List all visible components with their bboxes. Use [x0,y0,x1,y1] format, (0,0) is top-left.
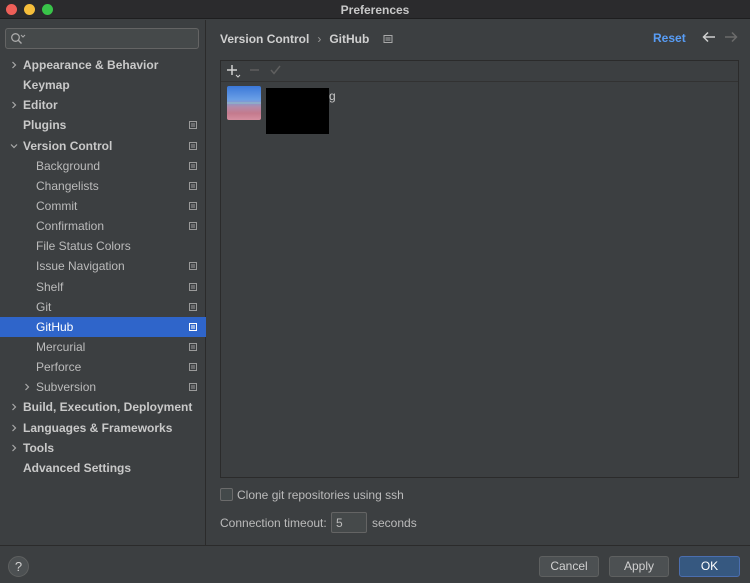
settings-sidebar: Appearance & Behavior Keymap Editor Plugins… [0,20,206,545]
sidebar-item-tools[interactable]: Tools [0,438,206,458]
chevron-down-icon[interactable] [9,136,19,156]
sidebar-item-subversion[interactable]: Subversion [0,377,206,397]
sidebar-item-keymap[interactable]: Keymap [0,75,206,95]
sidebar-item-shelf[interactable]: Shelf [0,277,206,297]
project-scope-icon [189,121,197,130]
sidebar-item-commit[interactable]: Commit [0,196,206,216]
project-scope-icon [189,363,197,372]
sidebar-item-changelists[interactable]: Changelists [0,176,206,196]
sidebar-item-appearance-behavior[interactable]: Appearance & Behavior [0,55,206,75]
account-name-suffix: g [329,89,336,103]
sidebar-item-label: Issue Navigation [36,259,125,274]
accounts-panel: g [220,60,739,478]
sidebar-item-label: GitHub [36,319,74,334]
chevron-right-icon[interactable] [9,438,19,458]
project-scope-icon [189,262,197,271]
sidebar-item-editor[interactable]: Editor [0,95,206,115]
sidebar-item-label: Build, Execution, Deployment [23,400,193,415]
forward-arrow-icon[interactable] [724,31,738,43]
reset-link[interactable]: Reset [653,31,686,45]
sidebar-item-version-control[interactable]: Version Control [0,136,206,156]
title-bar: Preferences [0,0,750,19]
sidebar-item-label: Commit [36,198,78,213]
sidebar-item-plugins[interactable]: Plugins [0,115,206,135]
sidebar-item-label: Appearance & Behavior [23,58,159,72]
sidebar-item-build-execution-deployment[interactable]: Build, Execution, Deployment [0,397,206,417]
chevron-right-icon[interactable] [9,397,19,417]
sidebar-item-label: Shelf [36,279,64,294]
project-scope-icon [189,302,197,311]
sidebar-item-background[interactable]: Background [0,156,206,176]
project-scope-icon [189,322,197,331]
sidebar-item-advanced-settings[interactable]: Advanced Settings [0,458,206,478]
sidebar-item-label: Subversion [36,380,97,395]
project-scope-icon [189,342,197,351]
sidebar-item-label: Perforce [36,360,82,375]
sidebar-item-label: Background [36,158,101,173]
search-input[interactable] [5,28,199,49]
sidebar-item-github[interactable]: GitHub [0,316,206,337]
sidebar-item-issue-navigation[interactable]: Issue Navigation [0,256,206,276]
chevron-right-icon[interactable] [9,55,19,75]
add-account-icon[interactable] [226,63,242,79]
window-title: Preferences [340,3,410,17]
set-default-check-icon[interactable] [268,63,284,79]
accounts-toolbar [221,61,738,82]
github-account-row[interactable]: g [227,86,527,136]
sidebar-item-label: Version Control [23,138,113,153]
chevron-right-icon[interactable] [22,377,32,397]
sidebar-item-label: Keymap [23,78,70,93]
settings-tree: Appearance & Behavior Keymap Editor Plugins… [0,55,206,478]
sidebar-item-label: File Status Colors [36,239,131,254]
sidebar-item-label: Editor [23,98,58,113]
breadcrumb-separator: › [317,31,322,46]
sidebar-item-languages-frameworks[interactable]: Languages & Frameworks [0,418,206,438]
timeout-input[interactable] [331,512,367,533]
project-scope-icon [189,383,197,392]
sidebar-item-label: Confirmation [36,219,105,234]
sidebar-item-perforce[interactable]: Perforce [0,357,206,377]
timeout-unit: seconds [372,516,417,530]
breadcrumb-parent[interactable]: Version Control [220,32,309,46]
github-settings-panel: Version Control › GitHub Reset g Clone g… [207,20,750,545]
project-scope-icon [189,141,197,150]
breadcrumb-current: GitHub [329,31,370,46]
sidebar-item-label: Mercurial [36,339,86,354]
sidebar-item-confirmation[interactable]: Confirmation [0,216,206,236]
project-scope-icon [189,161,197,170]
sidebar-item-label: Tools [23,440,55,455]
project-scope-icon [383,34,393,43]
sidebar-item-mercurial[interactable]: Mercurial [0,337,206,357]
sidebar-item-label: Changelists [36,178,99,193]
cancel-button[interactable]: Cancel [539,556,599,577]
apply-button[interactable]: Apply [609,556,669,577]
clone-ssh-label: Clone git repositories using ssh [237,488,404,502]
ok-button[interactable]: OK [679,556,740,577]
project-scope-icon [189,222,197,231]
chevron-right-icon[interactable] [9,418,19,438]
sidebar-item-label: Advanced Settings [23,460,132,475]
sidebar-item-git[interactable]: Git [0,297,206,317]
redacted-account-name [266,88,329,134]
sidebar-item-label: Git [36,299,52,314]
sidebar-item-file-status-colors[interactable]: File Status Colors [0,236,206,256]
back-arrow-icon[interactable] [702,31,716,43]
help-button[interactable]: ? [8,556,29,577]
account-avatar [227,86,261,120]
dialog-footer: ? Cancel Apply OK [0,545,750,583]
project-scope-icon [189,282,197,291]
sidebar-item-label: Plugins [23,118,67,133]
sidebar-item-label: Languages & Frameworks [23,420,173,435]
clone-ssh-checkbox[interactable] [220,488,233,501]
search-icon [11,33,26,44]
project-scope-icon [189,181,197,190]
remove-account-icon[interactable] [247,63,263,79]
chevron-right-icon[interactable] [9,95,19,115]
project-scope-icon [189,201,197,210]
timeout-label: Connection timeout: [220,516,327,530]
breadcrumb: Version Control › GitHub [220,31,393,46]
